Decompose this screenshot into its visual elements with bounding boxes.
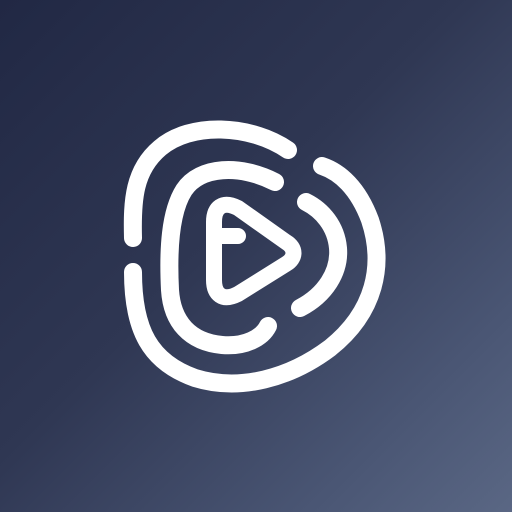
app-icon [0,0,512,512]
play-triangle-icon [206,196,302,306]
middle-ring-right-arc [291,193,348,317]
play-logo-icon [123,120,386,393]
middle-ring-arc [160,161,284,355]
